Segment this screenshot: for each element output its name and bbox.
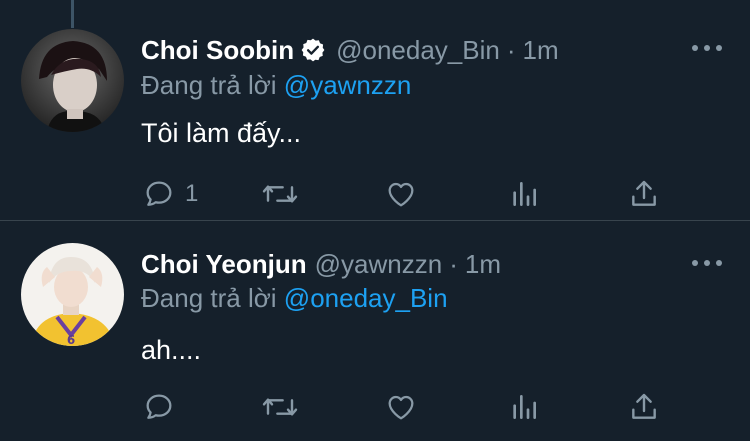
- author-handle[interactable]: @oneday_Bin: [336, 35, 500, 66]
- analytics-button[interactable]: [508, 387, 540, 427]
- share-icon: [632, 180, 656, 206]
- svg-text:6: 6: [67, 333, 75, 346]
- reply-button[interactable]: 1: [143, 174, 198, 214]
- retweet-icon: [262, 398, 298, 416]
- author-name[interactable]: Choi Yeonjun: [141, 249, 307, 280]
- share-button[interactable]: [628, 387, 660, 427]
- retweet-icon: [262, 185, 298, 203]
- share-button[interactable]: [628, 174, 660, 214]
- replying-to-mention[interactable]: @oneday_Bin: [284, 283, 448, 313]
- retweet-button[interactable]: [262, 387, 298, 427]
- tweet-header: Choi Soobin @oneday_Bin · 1m: [141, 32, 559, 68]
- replying-to-label: Đang trả lời: [141, 70, 277, 100]
- replying-to: Đang trả lời @oneday_Bin: [141, 283, 448, 314]
- reply-icon: [146, 394, 172, 419]
- retweet-button[interactable]: [262, 174, 298, 214]
- separator-dot: ·: [449, 248, 458, 279]
- analytics-icon: [513, 395, 536, 419]
- tweet[interactable]: Choi Soobin @oneday_Bin · 1m Đang trả lờ…: [0, 0, 750, 220]
- tweet-header: Choi Yeonjun @yawnzzn · 1m: [141, 246, 501, 282]
- tweet-actions: 1: [0, 174, 750, 214]
- replying-to: Đang trả lời @yawnzzn: [141, 70, 411, 101]
- tweet-text: ah....: [141, 335, 202, 365]
- analytics-button[interactable]: [508, 174, 540, 214]
- like-icon: [388, 182, 414, 207]
- separator-dot: ·: [506, 34, 516, 65]
- author-handle[interactable]: @yawnzzn: [315, 249, 443, 280]
- timestamp[interactable]: 1m: [523, 35, 559, 66]
- like-button[interactable]: [385, 387, 417, 427]
- replying-to-label: Đang trả lời: [141, 283, 277, 313]
- author-name[interactable]: Choi Soobin: [141, 35, 294, 66]
- reply-button[interactable]: [143, 387, 185, 427]
- timestamp[interactable]: 1m: [465, 249, 501, 280]
- more-icon[interactable]: [692, 253, 722, 273]
- more-icon[interactable]: [692, 38, 722, 58]
- share-icon: [632, 393, 656, 419]
- like-button[interactable]: [385, 174, 417, 214]
- replying-to-mention[interactable]: @yawnzzn: [284, 70, 412, 100]
- avatar[interactable]: 6: [21, 243, 124, 346]
- reply-icon: [146, 181, 172, 206]
- verified-badge-icon: [300, 37, 326, 63]
- tweet-actions: [0, 387, 750, 427]
- avatar[interactable]: [21, 29, 124, 132]
- analytics-icon: [513, 182, 536, 206]
- like-icon: [388, 395, 414, 420]
- reply-count: 1: [185, 180, 199, 207]
- tweet-text: Tôi làm đấy...: [141, 118, 302, 148]
